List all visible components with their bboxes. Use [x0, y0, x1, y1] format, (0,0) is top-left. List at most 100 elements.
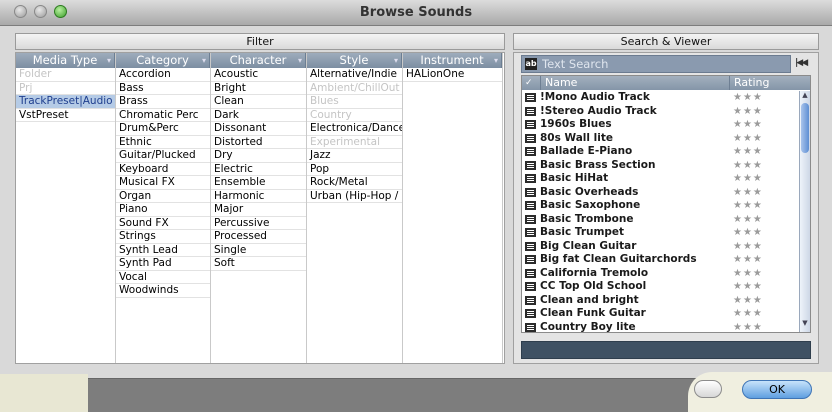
- skip-to-start-icon[interactable]: |◀◀: [795, 58, 808, 68]
- filter-item[interactable]: Clean: [211, 95, 306, 109]
- filter-column-header-media-type[interactable]: Media Type ▾: [16, 53, 115, 68]
- filter-item[interactable]: Organ: [116, 190, 210, 203]
- filter-item[interactable]: Electronica/Dance: [307, 122, 402, 136]
- filter-item[interactable]: Pop: [307, 163, 402, 176]
- result-row[interactable]: Basic Brass Section ★★★: [522, 159, 797, 173]
- dropdown-arrow-icon[interactable]: ▾: [394, 53, 398, 68]
- result-rating[interactable]: ★★★: [733, 294, 763, 308]
- result-rating[interactable]: ★★★: [733, 280, 763, 294]
- filter-item[interactable]: Guitar/Plucked: [116, 149, 210, 163]
- filter-item[interactable]: Harmonic: [211, 190, 306, 203]
- result-rating[interactable]: ★★★: [733, 321, 763, 335]
- filter-item[interactable]: Distorted: [211, 136, 306, 149]
- result-rating[interactable]: ★★★: [733, 267, 763, 281]
- result-row[interactable]: CC Top Old School ★★★: [522, 280, 797, 294]
- result-rating[interactable]: ★★★: [733, 226, 763, 240]
- filter-column-header-character[interactable]: Character ▾: [211, 53, 306, 68]
- result-row[interactable]: Clean Funk Guitar ★★★: [522, 307, 797, 321]
- filter-item[interactable]: Vocal: [116, 271, 210, 284]
- filter-item[interactable]: Bass: [116, 82, 210, 95]
- filter-item[interactable]: Electric: [211, 163, 306, 176]
- filter-item[interactable]: Ethnic: [116, 136, 210, 149]
- text-search-icon[interactable]: ab: [525, 58, 537, 70]
- result-row[interactable]: Big fat Clean Guitarchords ★★★: [522, 253, 797, 267]
- result-row[interactable]: !Stereo Audio Track ★★★: [522, 105, 797, 119]
- dropdown-arrow-icon[interactable]: ▾: [494, 53, 498, 68]
- filter-item[interactable]: Urban (Hip-Hop /: [307, 190, 402, 203]
- filter-item[interactable]: Ensemble: [211, 176, 306, 190]
- cancel-button[interactable]: [694, 380, 722, 398]
- result-row[interactable]: Big Clean Guitar ★★★: [522, 240, 797, 254]
- result-rating[interactable]: ★★★: [733, 91, 763, 105]
- result-row[interactable]: Basic Saxophone ★★★: [522, 199, 797, 213]
- scroll-down-icon[interactable]: ▼: [800, 319, 810, 330]
- filter-item[interactable]: Keyboard: [116, 163, 210, 176]
- result-row[interactable]: 80s Wall lite ★★★: [522, 132, 797, 146]
- result-rating[interactable]: ★★★: [733, 307, 763, 321]
- filter-item[interactable]: Ambient/ChillOut: [307, 82, 402, 95]
- result-rating[interactable]: ★★★: [733, 186, 763, 200]
- filter-item[interactable]: Dry: [211, 149, 306, 163]
- result-rating[interactable]: ★★★: [733, 172, 763, 186]
- filter-item[interactable]: Country: [307, 109, 402, 122]
- result-row[interactable]: Country Boy lite ★★★: [522, 321, 797, 335]
- result-row[interactable]: !Mono Audio Track ★★★: [522, 91, 797, 105]
- result-rating[interactable]: ★★★: [733, 118, 763, 132]
- result-row[interactable]: Basic HiHat ★★★: [522, 172, 797, 186]
- filter-item[interactable]: Woodwinds: [116, 284, 210, 298]
- filter-item[interactable]: Soft: [211, 257, 306, 271]
- result-row[interactable]: Ballade E-Piano ★★★: [522, 145, 797, 159]
- filter-item[interactable]: Synth Lead: [116, 244, 210, 257]
- column-header-check[interactable]: ✓: [525, 76, 537, 90]
- filter-item[interactable]: Experimental: [307, 136, 402, 149]
- filter-item[interactable]: VstPreset: [16, 109, 115, 122]
- result-rating[interactable]: ★★★: [733, 132, 763, 146]
- result-rating[interactable]: ★★★: [733, 105, 763, 119]
- results-scrollbar[interactable]: ▲ ▼: [799, 91, 810, 332]
- filter-item[interactable]: Percussive: [211, 217, 306, 230]
- filter-item[interactable]: Drum&Perc: [116, 122, 210, 136]
- filter-item[interactable]: Strings: [116, 230, 210, 244]
- filter-item[interactable]: Bright: [211, 82, 306, 95]
- filter-item[interactable]: Chromatic Perc: [116, 109, 210, 122]
- scroll-thumb[interactable]: [801, 103, 809, 153]
- result-rating[interactable]: ★★★: [733, 145, 763, 159]
- filter-item[interactable]: Blues: [307, 95, 402, 109]
- filter-item[interactable]: Single: [211, 244, 306, 257]
- result-row[interactable]: Clean and bright ★★★: [522, 294, 797, 308]
- result-row[interactable]: Basic Overheads ★★★: [522, 186, 797, 200]
- filter-item[interactable]: Alternative/Indie: [307, 68, 402, 82]
- filter-item[interactable]: HALionOne: [403, 68, 502, 82]
- filter-item[interactable]: Synth Pad: [116, 257, 210, 271]
- column-header-name[interactable]: Name: [540, 76, 730, 90]
- result-row[interactable]: California Tremolo ★★★: [522, 267, 797, 281]
- result-row[interactable]: 1960s Blues ★★★: [522, 118, 797, 132]
- text-search-input[interactable]: [542, 56, 787, 72]
- filter-item[interactable]: Sound FX: [116, 217, 210, 230]
- filter-item[interactable]: Brass: [116, 95, 210, 109]
- filter-item[interactable]: Dark: [211, 109, 306, 122]
- filter-item[interactable]: Major: [211, 203, 306, 217]
- filter-item[interactable]: Accordion: [116, 68, 210, 82]
- result-row[interactable]: Basic Trombone ★★★: [522, 213, 797, 227]
- filter-item[interactable]: TrackPreset|Audio: [16, 95, 115, 109]
- result-rating[interactable]: ★★★: [733, 213, 763, 227]
- result-rating[interactable]: ★★★: [733, 240, 763, 254]
- dropdown-arrow-icon[interactable]: ▾: [107, 53, 111, 68]
- filter-item[interactable]: Rock/Metal: [307, 176, 402, 190]
- filter-column-header-style[interactable]: Style ▾: [307, 53, 402, 68]
- filter-column-header-instrument[interactable]: Instrument ▾: [403, 53, 502, 68]
- filter-item[interactable]: Dissonant: [211, 122, 306, 136]
- result-rating[interactable]: ★★★: [733, 253, 763, 267]
- filter-item[interactable]: Prj: [16, 82, 115, 95]
- dropdown-arrow-icon[interactable]: ▾: [298, 53, 302, 68]
- filter-item[interactable]: Processed: [211, 230, 306, 244]
- filter-item[interactable]: Jazz: [307, 149, 402, 163]
- filter-item[interactable]: Piano: [116, 203, 210, 217]
- result-row[interactable]: Basic Trumpet ★★★: [522, 226, 797, 240]
- filter-item[interactable]: Folder: [16, 68, 115, 82]
- result-rating[interactable]: ★★★: [733, 199, 763, 213]
- filter-item[interactable]: Acoustic: [211, 68, 306, 82]
- filter-column-header-category[interactable]: Category ▾: [116, 53, 210, 68]
- result-rating[interactable]: ★★★: [733, 159, 763, 173]
